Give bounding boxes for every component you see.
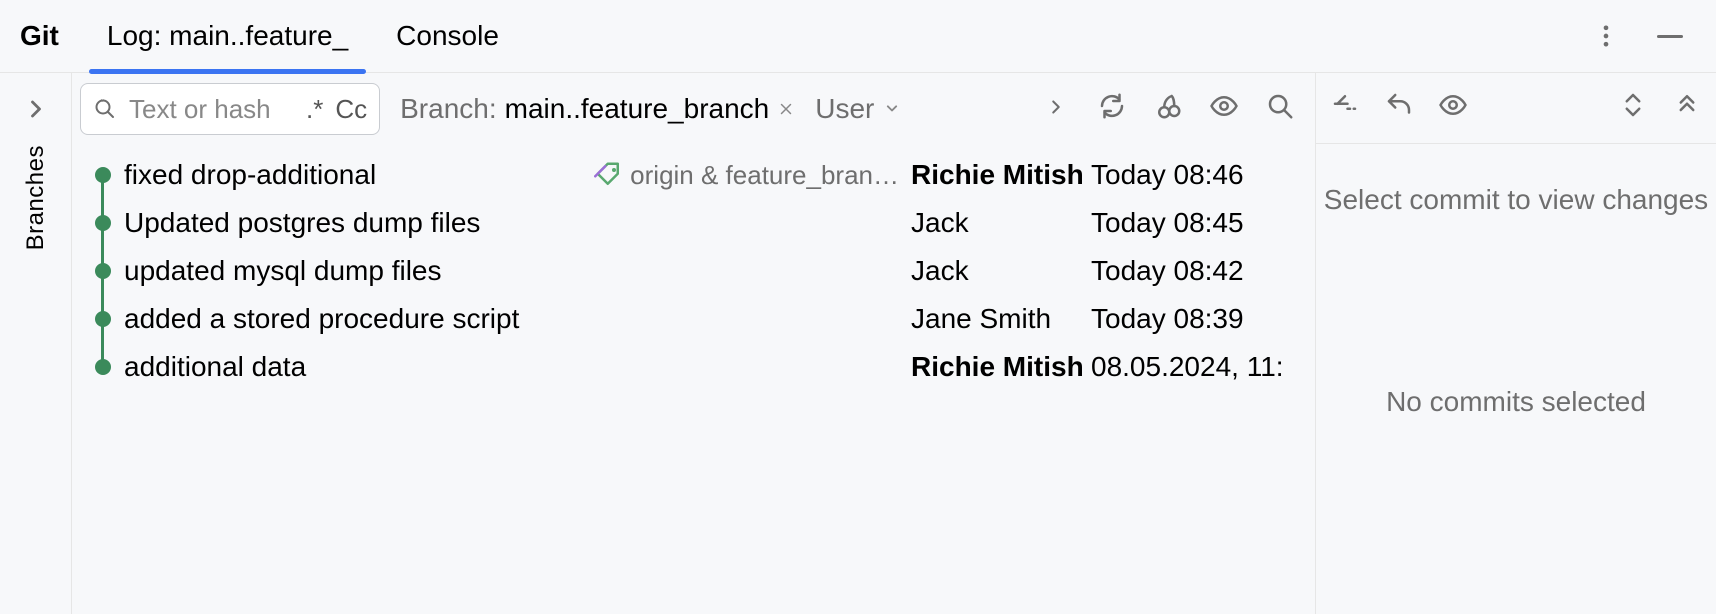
header-bar: Git Log: main..feature_ Console [0,0,1716,73]
commit-dot-icon [95,359,111,375]
log-pane: .* Cc Branch: main..feature_branch User [72,73,1316,614]
minimize-icon[interactable] [1652,18,1688,54]
commit-row[interactable]: fixed drop-additionalorigin & feature_br… [72,151,1315,199]
commit-dot-icon [95,167,111,183]
commit-message: additional data [114,351,911,383]
commit-node [92,215,114,231]
commit-node [92,167,114,183]
revert-icon[interactable] [1384,90,1414,127]
details-pane: Select commit to view changes No commits… [1316,73,1716,614]
cherry-pick-icon[interactable] [1153,91,1183,128]
commit-node [92,263,114,279]
commit-date: Today 08:39 [1091,303,1291,335]
commit-message: updated mysql dump files [114,255,911,287]
commit-author: Richie Mitish [911,351,1091,383]
more-filters-icon[interactable] [1045,93,1067,125]
commit-node [92,359,114,375]
chevron-down-icon [882,93,902,125]
search-box[interactable]: .* Cc [80,83,380,135]
clear-branch-filter-icon[interactable] [777,93,795,125]
tab-log[interactable]: Log: main..feature_ [83,0,372,72]
commit-row[interactable]: Updated postgres dump filesJackToday 08:… [72,199,1315,247]
user-filter[interactable]: User [815,93,902,125]
rail-branches-label[interactable]: Branches [22,145,50,250]
match-case-toggle[interactable]: Cc [335,94,367,125]
commit-date: Today 08:42 [1091,255,1291,287]
commit-author: Richie Mitish [911,159,1091,191]
branch-filter-label: Branch: [400,93,497,125]
commit-author: Jack [911,255,1091,287]
side-rail: Branches [0,73,72,614]
commit-message: added a stored procedure script [114,303,911,335]
commit-author: Jack [911,207,1091,239]
regex-toggle[interactable]: .* [306,94,323,125]
commit-message: Updated postgres dump files [114,207,911,239]
tab-console[interactable]: Console [372,0,523,72]
more-options-icon[interactable] [1588,18,1624,54]
go-to-icon[interactable] [1330,90,1360,127]
commit-date: Today 08:46 [1091,159,1291,191]
commit-row[interactable]: added a stored procedure scriptJane Smit… [72,295,1315,343]
collapse-all-icon[interactable] [1672,90,1702,127]
commit-row[interactable]: updated mysql dump filesJackToday 08:42 [72,247,1315,295]
commit-list: fixed drop-additionalorigin & feature_br… [72,145,1315,391]
eye-icon[interactable] [1209,91,1239,128]
user-filter-label: User [815,93,874,125]
commit-row[interactable]: additional dataRichie Mitish08.05.2024, … [72,343,1315,391]
expand-rail-icon[interactable] [18,91,54,127]
branch-filter[interactable]: Branch: main..feature_branch [400,93,795,125]
log-action-icons [1097,91,1301,128]
expand-collapse-icon[interactable] [1618,90,1648,127]
commit-date: 08.05.2024, 11: [1091,351,1291,383]
watch-icon[interactable] [1438,90,1468,127]
search-input[interactable] [129,94,294,125]
commit-dot-icon [95,215,111,231]
header-tabs: Git Log: main..feature_ Console [18,0,523,72]
commit-node [92,311,114,327]
commit-dot-icon [95,263,111,279]
branch-filter-value: main..feature_branch [505,93,770,125]
commit-date: Today 08:45 [1091,207,1291,239]
details-toolbar [1316,73,1716,143]
log-toolbar: .* Cc Branch: main..feature_branch User [72,73,1315,145]
search-icon [93,97,117,121]
details-placeholder-top: Select commit to view changes [1324,184,1708,216]
commit-dot-icon [95,311,111,327]
find-icon[interactable] [1265,91,1295,128]
commit-message: fixed drop-additionalorigin & feature_br… [114,159,911,191]
refresh-icon[interactable] [1097,91,1127,128]
details-placeholder-bottom: No commits selected [1386,386,1646,418]
branch-tag[interactable]: origin & feature_bran… [594,160,911,191]
tab-git[interactable]: Git [18,0,83,72]
commit-author: Jane Smith [911,303,1091,335]
